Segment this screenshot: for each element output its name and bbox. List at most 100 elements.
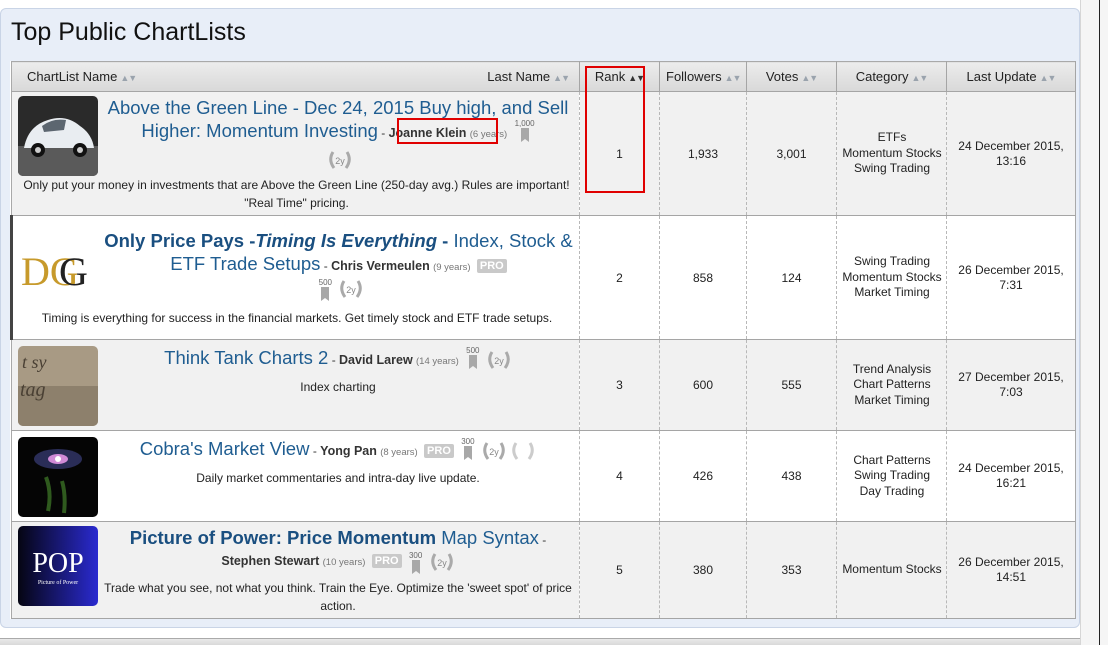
membership-years: (14 years) xyxy=(416,355,459,367)
chartlists-table: ChartList Name ▲▼ Last Name ▲▼ Rank ▲▼ Foll… xyxy=(10,61,1076,619)
membership-years: (6 years) xyxy=(469,129,508,140)
chartlist-description: Daily market commentaries and intra-day … xyxy=(196,470,480,485)
category-cell: Swing Trading Momentum Stocks Market Tim… xyxy=(836,215,947,340)
column-header-category[interactable]: Category ▲▼ xyxy=(836,61,947,92)
sort-icon: ▲▼ xyxy=(724,73,742,83)
votes-cell: 353 xyxy=(746,521,837,619)
sort-icon: ▲▼ xyxy=(120,73,137,83)
column-header-last-name[interactable]: Last Name ▲▼ xyxy=(487,69,570,84)
category-item[interactable]: Chart Patterns xyxy=(839,453,945,469)
chartlist-name-cell: t sy tag Think Tank Charts 2 - David Lar… xyxy=(11,339,580,431)
svg-text:Picture of Power: Picture of Power xyxy=(38,579,78,586)
category-item[interactable]: Chart Patterns xyxy=(839,377,945,393)
medal-outline-icon xyxy=(512,442,535,461)
chartlist-name-cell: POP Picture of Power Picture of Power: P… xyxy=(11,521,580,619)
tdg-thumbnail[interactable]: DG G xyxy=(19,229,99,309)
pop-thumbnail[interactable]: POP Picture of Power xyxy=(18,526,98,606)
chartlist-title-link[interactable]: Think Tank Charts 2 xyxy=(164,347,328,368)
chartlist-title-link[interactable]: Picture of Power: Price Momentum xyxy=(130,527,436,548)
votes-cell: 124 xyxy=(746,215,837,340)
membership-years: (9 years) xyxy=(433,262,471,273)
column-header-rank[interactable]: Rank ▲▼ xyxy=(579,61,660,92)
medal-icon: 2y xyxy=(340,280,363,298)
followers-cell: 1,933 xyxy=(659,91,747,216)
category-item[interactable]: ETFs xyxy=(839,130,945,146)
votes-cell: 438 xyxy=(746,430,837,522)
column-header-votes[interactable]: Votes ▲▼ xyxy=(746,61,837,92)
last-update-cell: 26 December 2015, 7:31 xyxy=(946,215,1076,340)
svg-text:2y: 2y xyxy=(347,285,357,295)
stone-text-image: t sy tag xyxy=(18,345,98,426)
category-cell: ETFs Momentum Stocks Swing Trading xyxy=(836,91,947,216)
author-name[interactable]: Yong Pan xyxy=(320,444,377,458)
category-cell: Trend Analysis Chart Patterns Market Tim… xyxy=(836,339,947,431)
category-item[interactable]: Momentum Stocks xyxy=(839,562,945,578)
category-item[interactable]: Trend Analysis xyxy=(839,362,945,378)
votes-cell: 555 xyxy=(746,339,837,431)
chartlist-description: Trade what you see, not what you think. … xyxy=(104,581,572,613)
sort-icon: ▲▼ xyxy=(911,73,928,83)
window-scrollbar[interactable] xyxy=(1080,0,1108,645)
galaxy-thumbnail[interactable] xyxy=(18,436,98,517)
svg-text:2y: 2y xyxy=(335,156,345,166)
table-row: Above the Green Line - Dec 24, 2015 Buy … xyxy=(11,91,1076,216)
table-row: DG G Only Price Pays -Timing Is Everythi… xyxy=(10,215,1076,340)
pro-badge: PRO xyxy=(476,259,507,273)
chartlist-name-cell: DG G Only Price Pays -Timing Is Everythi… xyxy=(10,215,580,340)
category-item[interactable]: Day Trading xyxy=(839,484,945,500)
votes-ribbon-icon: 300 xyxy=(409,551,422,577)
table-row: POP Picture of Power Picture of Power: P… xyxy=(11,521,1076,619)
chartlists-panel: Top Public ChartLists ChartList Name ▲▼ L… xyxy=(0,8,1080,628)
chartlist-name-cell: Above the Green Line - Dec 24, 2015 Buy … xyxy=(11,91,580,216)
votes-ribbon-icon: 1,000 xyxy=(515,119,535,145)
sort-icon: ▲▼ xyxy=(553,73,570,83)
membership-years: (8 years) xyxy=(380,446,418,458)
last-update-cell: 24 December 2015, 13:16 xyxy=(946,91,1076,216)
category-item[interactable]: Momentum Stocks xyxy=(839,146,945,162)
pop-logo: POP Picture of Power xyxy=(18,526,98,606)
car-thumbnail[interactable] xyxy=(18,96,98,176)
last-update-cell: 27 December 2015, 7:03 xyxy=(946,339,1076,431)
category-item[interactable]: Market Timing xyxy=(839,393,945,409)
category-item[interactable]: Market Timing xyxy=(839,285,945,301)
medal-icon: 2y xyxy=(328,151,351,169)
car-icon xyxy=(18,96,98,176)
chartlist-title-link[interactable]: Cobra's Market View xyxy=(140,438,310,459)
author-name[interactable]: Stephen Stewart xyxy=(221,554,319,568)
votes-ribbon-icon: 500 xyxy=(466,346,479,372)
category-item[interactable]: Swing Trading xyxy=(839,254,945,270)
rank-cell: 1 xyxy=(579,91,660,216)
votes-ribbon-icon: 300 xyxy=(461,437,475,463)
followers-cell: 858 xyxy=(659,215,747,340)
svg-text:POP: POP xyxy=(32,548,83,579)
svg-text:2y: 2y xyxy=(489,447,499,457)
author-name[interactable]: Joanne Klein xyxy=(389,126,467,140)
author-name[interactable]: David Larew xyxy=(339,353,413,367)
category-item[interactable]: Momentum Stocks xyxy=(839,270,945,286)
last-update-cell: 24 December 2015, 16:21 xyxy=(946,430,1076,522)
category-item[interactable]: Swing Trading xyxy=(839,468,945,484)
column-header-chartlist-name[interactable]: ChartList Name ▲▼ Last Name ▲▼ xyxy=(11,61,580,92)
medal-icon: 2y xyxy=(483,442,505,461)
page-title: Top Public ChartLists xyxy=(11,18,246,46)
membership-years: (10 years) xyxy=(322,557,366,569)
category-item[interactable]: Swing Trading xyxy=(839,161,945,177)
category-cell: Chart Patterns Swing Trading Day Trading xyxy=(836,430,947,522)
votes-cell: 3,001 xyxy=(746,91,837,216)
author-name[interactable]: Chris Vermeulen xyxy=(331,259,430,273)
table-row: t sy tag Think Tank Charts 2 - David Lar… xyxy=(11,339,1076,431)
column-header-last-update[interactable]: Last Update ▲▼ xyxy=(946,61,1076,92)
medal-icon: 2y xyxy=(488,351,510,370)
pro-badge: PRO xyxy=(371,554,402,569)
column-header-followers[interactable]: Followers ▲▼ xyxy=(659,61,747,92)
rank-cell: 5 xyxy=(579,521,660,619)
stone-thumbnail[interactable]: t sy tag xyxy=(18,345,98,426)
svg-text:G: G xyxy=(59,249,88,294)
chartlist-title-link[interactable]: Only Price Pays - xyxy=(104,230,255,251)
followers-cell: 426 xyxy=(659,430,747,522)
votes-ribbon-icon: 500 xyxy=(319,278,332,304)
last-update-cell: 26 December 2015, 14:51 xyxy=(946,521,1076,619)
category-cell: Momentum Stocks xyxy=(836,521,947,619)
table-row: Cobra's Market View - Yong Pan (8 years)… xyxy=(11,430,1076,522)
svg-text:tag: tag xyxy=(20,379,46,401)
